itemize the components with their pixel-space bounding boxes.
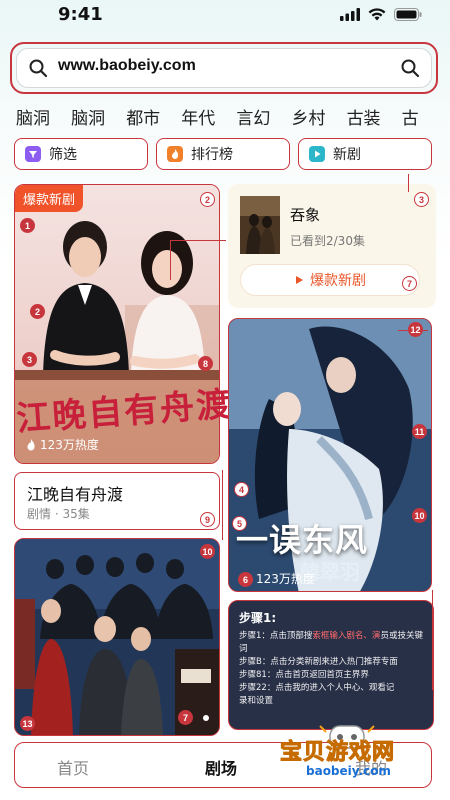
heat-indicator: 123万热度 <box>256 570 315 587</box>
heat-indicator: 123万热度 <box>26 436 99 453</box>
watermark-url: baobeiy.com <box>306 764 391 778</box>
tab-category[interactable]: 年代 <box>181 104 215 129</box>
annotation-marker: 9 <box>200 512 215 527</box>
poster-art-group <box>15 539 219 735</box>
heat-text: 123万热度 <box>256 572 315 586</box>
hot-drama-label: 爆款新剧 <box>310 273 366 289</box>
search-input[interactable]: www.baobeiy.com <box>58 57 196 75</box>
search-icon <box>29 59 48 78</box>
annotation-marker: 8 <box>198 356 213 371</box>
drama-meta: 剧情 · 35集 <box>27 507 90 521</box>
search-submit-icon[interactable] <box>400 58 420 78</box>
annotation-marker: 2 <box>200 192 215 207</box>
tab-category[interactable]: 古 <box>402 104 419 129</box>
tab-category[interactable]: 脑洞 <box>16 104 50 129</box>
filter-label: 筛选 <box>49 147 77 163</box>
annotation-marker: 10 <box>200 544 215 559</box>
annotation-line <box>170 240 226 241</box>
status-icons <box>340 8 422 21</box>
annotation-marker: 12 <box>408 322 423 337</box>
category-tabs: 脑洞 脑洞 都市 年代 言幻 乡村 古装 古 <box>16 104 450 130</box>
drama-title: 江晚自有舟渡 <box>27 485 124 504</box>
annotation-marker: 3 <box>414 192 429 207</box>
drama-card-poster[interactable] <box>14 538 220 736</box>
hot-badge: 爆款新剧 <box>15 185 84 212</box>
annotation-marker: 11 <box>412 424 427 439</box>
carousel-dot <box>203 715 209 721</box>
annotation-line <box>408 174 409 192</box>
annotation-marker: 7 <box>178 710 193 725</box>
status-time: 9:41 <box>58 4 103 25</box>
tab-category[interactable]: 都市 <box>126 104 160 129</box>
step-line: 步骤1：点击顶部搜索框输入剧名、演员或技关键词 <box>239 631 423 654</box>
annotation-marker: 2 <box>30 304 45 319</box>
drama-info[interactable]: 江晚自有舟渡 剧情 · 35集 <box>14 472 220 530</box>
step-line: 步骤B：点击分类新剧来进入热门推荐专面 <box>239 657 398 667</box>
annotation-marker: 3 <box>22 352 37 367</box>
step-line: 录和设置 <box>239 696 274 706</box>
tutorial-steps: 步骤1: 步骤1：点击顶部搜索框输入剧名、演员或技关键词 步骤B：点击分类新剧来… <box>228 600 434 730</box>
annotation-marker: 10 <box>412 508 427 523</box>
filter-icon <box>25 146 41 162</box>
annotation-marker: 13 <box>20 716 35 731</box>
ranking-label: 排行榜 <box>191 147 233 163</box>
steps-heading: 步骤1: <box>239 611 277 625</box>
flame-icon <box>167 146 183 162</box>
filter-button[interactable]: 筛选 <box>14 138 148 170</box>
flame-icon <box>27 438 35 450</box>
ranking-button[interactable]: 排行榜 <box>156 138 290 170</box>
wifi-icon <box>368 8 386 21</box>
annotation-marker: 7 <box>402 276 417 291</box>
watch-thumbnail <box>240 196 280 254</box>
watch-progress: 已看到2/30集 <box>290 234 365 248</box>
signal-icon <box>340 8 360 21</box>
annotation-marker: 6 <box>238 572 253 587</box>
nav-theater[interactable]: 剧场 <box>205 755 237 779</box>
tab-category[interactable]: 言幻 <box>236 104 270 129</box>
tab-category[interactable]: 脑洞 <box>71 104 105 129</box>
status-bar: 9:41 <box>0 0 450 34</box>
annotation-marker: 1 <box>20 218 35 233</box>
thumbnail-art <box>240 196 280 254</box>
watch-title: 吞象 <box>290 206 321 224</box>
poster-title: 一误东风 <box>236 521 369 559</box>
tab-category[interactable]: 乡村 <box>291 104 325 129</box>
step-line: 步骤81：点击首页返回首页主界界 <box>239 670 369 680</box>
annotation-line <box>222 470 223 540</box>
watermark-brand: 宝贝游戏网 <box>279 740 396 766</box>
tab-category[interactable]: 古装 <box>347 104 381 129</box>
annotation-line <box>432 590 433 690</box>
hot-drama-button[interactable]: 爆款新剧 <box>240 264 420 296</box>
step-line: 步骤22：点击我的进入个人中心、观看记 <box>239 683 395 693</box>
nav-home[interactable]: 首页 <box>57 755 89 779</box>
new-drama-button[interactable]: 新剧 <box>298 138 432 170</box>
heat-text: 123万热度 <box>40 438 99 452</box>
new-drama-label: 新剧 <box>333 147 361 163</box>
battery-icon <box>394 8 422 21</box>
annotation-marker: 5 <box>232 516 247 531</box>
annotation-marker: 4 <box>234 482 249 497</box>
annotation-line <box>170 240 171 280</box>
play-icon <box>309 146 325 162</box>
play-icon <box>296 276 303 284</box>
